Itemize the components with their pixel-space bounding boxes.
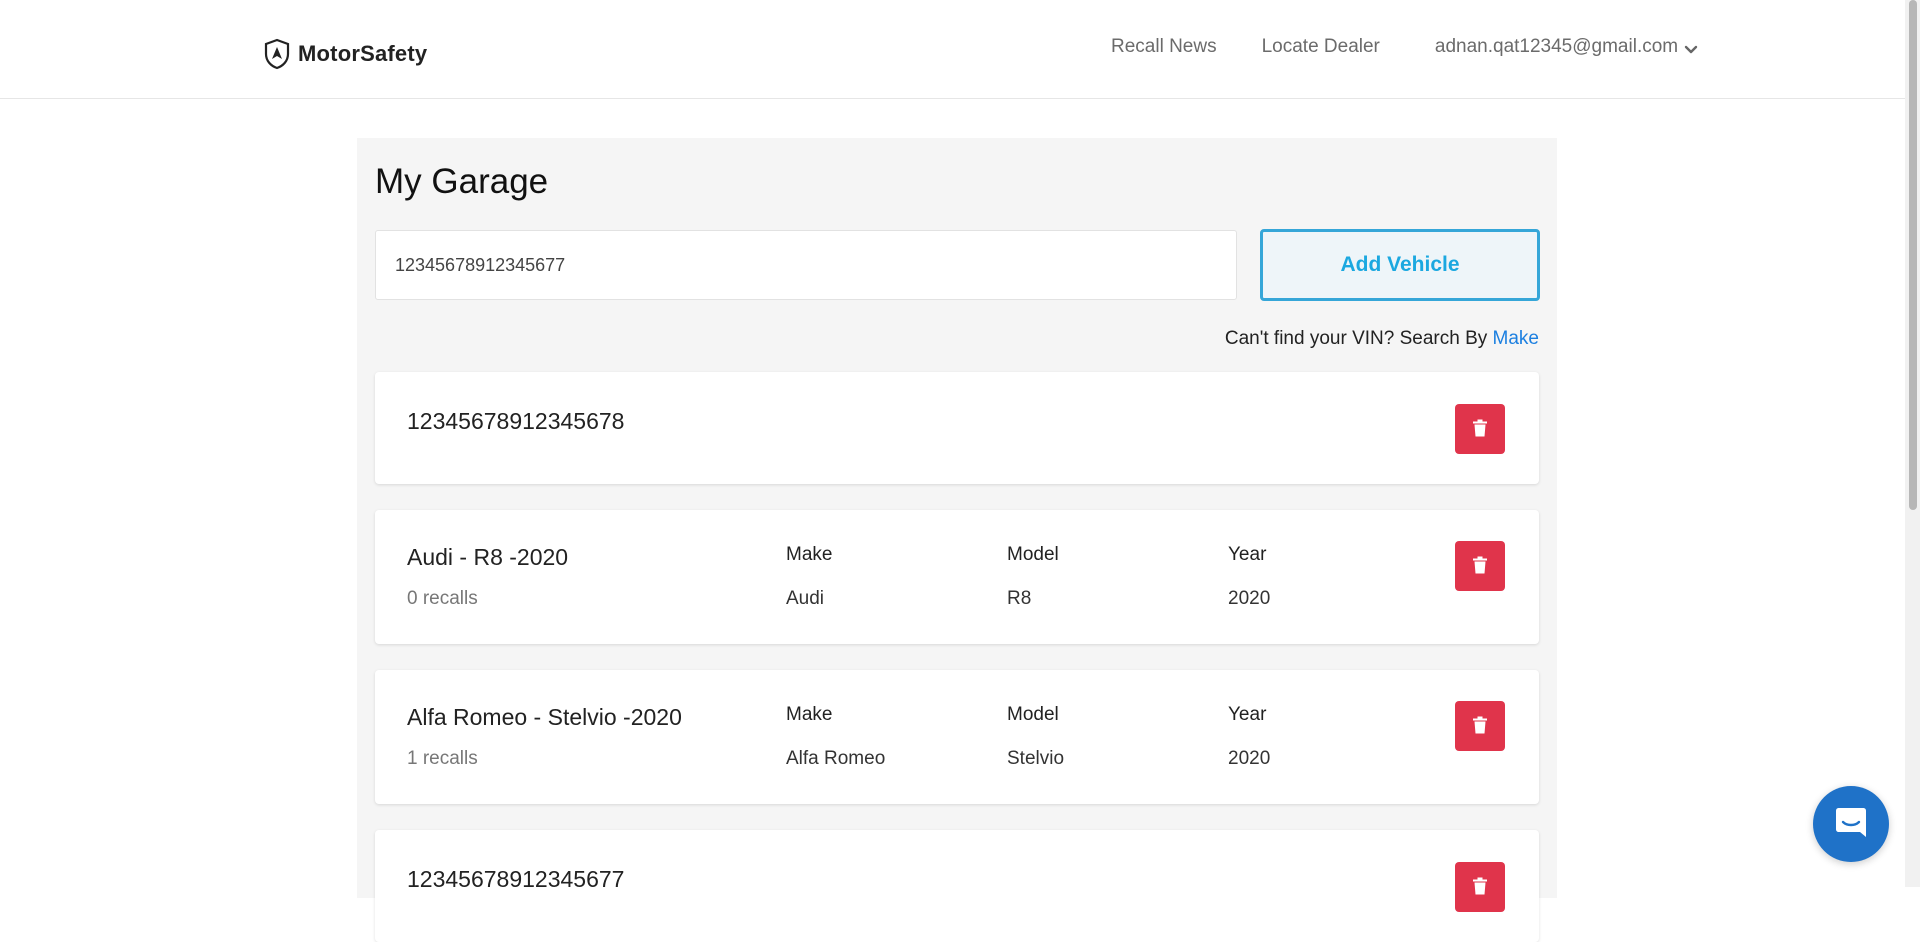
year-label: Year	[1228, 704, 1267, 725]
search-hint-text: Can't find your VIN? Search By	[1224, 328, 1488, 349]
page-scrollbar-thumb[interactable]	[1909, 0, 1917, 510]
search-by-make-link[interactable]: Make	[1493, 328, 1539, 349]
make-value: Audi	[786, 588, 825, 609]
trash-icon	[1472, 877, 1488, 898]
model-label: Model	[1007, 544, 1059, 565]
model-value: Stelvio	[1007, 748, 1065, 769]
vehicle-card: 12345678912345678	[375, 372, 1539, 484]
user-menu[interactable]: adnan.qat12345@gmail.com	[1435, 36, 1698, 58]
trash-icon	[1472, 419, 1488, 440]
year-value: 2020	[1228, 748, 1271, 769]
page-title: My Garage	[375, 162, 549, 201]
chat-launcher-button[interactable]	[1813, 786, 1889, 862]
vehicle-title: Alfa Romeo - Stelvio -2020	[407, 704, 682, 730]
top-navbar: MotorSafety Recall News Locate Dealer ad…	[0, 0, 1920, 99]
trash-icon	[1472, 556, 1488, 577]
delete-vehicle-button[interactable]	[1455, 404, 1505, 454]
chat-icon	[1833, 804, 1869, 845]
vin-input[interactable]	[375, 230, 1237, 300]
vehicle-title: 12345678912345678	[407, 408, 625, 434]
vehicle-card: Audi - R8 -2020 0 recalls Make Audi Mode…	[375, 510, 1539, 644]
make-value: Alfa Romeo	[786, 748, 886, 769]
make-label: Make	[786, 544, 833, 565]
make-label: Make	[786, 704, 833, 725]
nav-recall-news[interactable]: Recall News	[1111, 36, 1217, 58]
delete-vehicle-button[interactable]	[1455, 541, 1505, 591]
vehicle-recalls: 1 recalls	[407, 748, 478, 769]
chevron-down-icon	[1684, 40, 1698, 54]
trash-icon	[1472, 716, 1488, 737]
brand[interactable]: MotorSafety	[262, 38, 427, 70]
vehicle-title: Audi - R8 -2020	[407, 544, 569, 570]
vehicle-title: 12345678912345677	[407, 866, 625, 892]
vehicle-card: Alfa Romeo - Stelvio -2020 1 recalls Mak…	[375, 670, 1539, 804]
model-label: Model	[1007, 704, 1059, 725]
add-vehicle-button[interactable]: Add Vehicle	[1260, 229, 1540, 301]
delete-vehicle-button[interactable]	[1455, 862, 1505, 912]
user-email: adnan.qat12345@gmail.com	[1434, 36, 1679, 57]
search-hint: Can't find your VIN? Search By Make	[1225, 328, 1539, 350]
nav-locate-dealer[interactable]: Locate Dealer	[1262, 36, 1380, 58]
vehicle-recalls: 0 recalls	[407, 588, 478, 609]
vehicle-card: 12345678912345677	[375, 830, 1539, 942]
main-nav: Recall News Locate Dealer adnan.qat12345…	[1111, 36, 1698, 58]
brand-name: MotorSafety	[298, 41, 428, 66]
delete-vehicle-button[interactable]	[1455, 701, 1505, 751]
year-value: 2020	[1228, 588, 1271, 609]
model-value: R8	[1007, 588, 1032, 609]
shield-arrow-icon	[262, 38, 292, 70]
year-label: Year	[1228, 544, 1267, 565]
garage-panel: My Garage Add Vehicle Can't find your VI…	[357, 138, 1557, 942]
